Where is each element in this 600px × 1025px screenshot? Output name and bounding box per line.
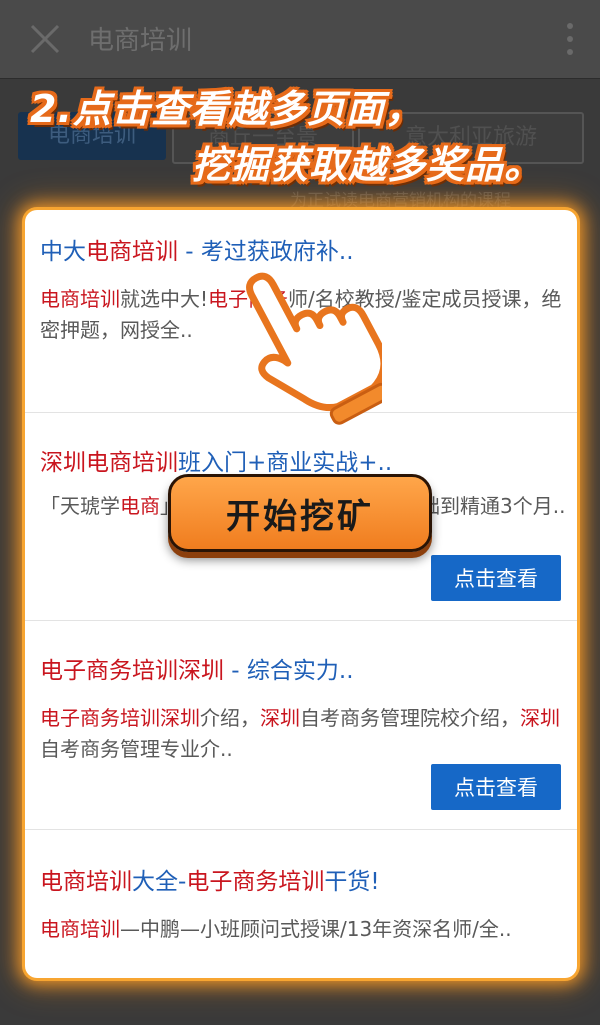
background-subtext: 为正试读电商营销机构的课程 xyxy=(290,191,511,211)
highlight-keyword: 电商培训 xyxy=(40,287,120,311)
highlight-keyword: 深圳 xyxy=(520,706,560,730)
result-text: 中大 xyxy=(40,239,86,265)
highlight-keyword: 电子商务培训深圳 xyxy=(40,658,224,684)
highlight-keyword: 电商培训 xyxy=(40,869,132,895)
result-text: 自考商务管理院校介绍， xyxy=(300,706,520,730)
result-text: 就选中大! xyxy=(120,287,209,311)
result-text: 干货! xyxy=(324,869,380,895)
result-title[interactable]: 电子商务培训深圳 - 综合实力.. xyxy=(40,651,354,685)
highlight-keyword: 深圳电商培训 xyxy=(40,450,178,476)
start-mining-button[interactable]: 开始挖矿 xyxy=(168,474,432,552)
result-text: - 综合实力.. xyxy=(224,658,354,684)
highlight-keyword: 电子商务培训 xyxy=(186,869,325,895)
app-title: 电商培训 xyxy=(88,26,193,56)
view-button[interactable]: 点击查看 xyxy=(431,555,561,601)
app-bar: 电商培训 xyxy=(0,0,600,79)
highlight-keyword: 电子商务培训深圳 xyxy=(40,706,200,730)
close-icon[interactable] xyxy=(28,22,62,56)
result-text: 「天琥学 xyxy=(40,494,120,518)
search-result[interactable]: 电子商务培训深圳 - 综合实力.. 电子商务培训深圳介绍，深圳自考商务管理院校介… xyxy=(25,621,577,830)
hand-pointer-icon xyxy=(246,272,382,425)
instruction-line-2: 挖掘获取越多奖品。 xyxy=(192,143,544,187)
instruction-line-1: 2.点击查看越多页面， xyxy=(30,87,424,131)
result-text: 大全- xyxy=(132,869,187,895)
search-result[interactable]: 电商培训大全-电子商务培训干货! 电商培训—中鹏—小班顾问式授课/13年资深名师… xyxy=(25,830,577,978)
highlight-keyword: 电商培训 xyxy=(86,239,178,265)
highlight-keyword: 电商 xyxy=(120,494,160,518)
highlight-keyword: 电商培训 xyxy=(40,917,120,941)
result-text: 介绍， xyxy=(200,706,260,730)
view-button[interactable]: 点击查看 xyxy=(431,764,561,810)
highlight-keyword: 深圳 xyxy=(260,706,300,730)
result-text: 班入门+商业实战+.. xyxy=(178,450,393,476)
result-title[interactable]: 深圳电商培训班入门+商业实战+.. xyxy=(40,443,392,477)
result-description: 电子商务培训深圳介绍，深圳自考商务管理院校介绍，深圳自考商务管理专业介.. xyxy=(40,703,566,765)
result-text: 自考商务管理专业介.. xyxy=(40,737,233,761)
more-vertical-icon[interactable] xyxy=(566,22,574,56)
result-description: 电商培训—中鹏—小班顾问式授课/13年资深名师/全.. xyxy=(40,914,566,945)
result-text: —中鹏—小班顾问式授课/13年资深名师/全.. xyxy=(120,917,512,941)
result-title[interactable]: 电商培训大全-电子商务培训干货! xyxy=(40,862,380,896)
